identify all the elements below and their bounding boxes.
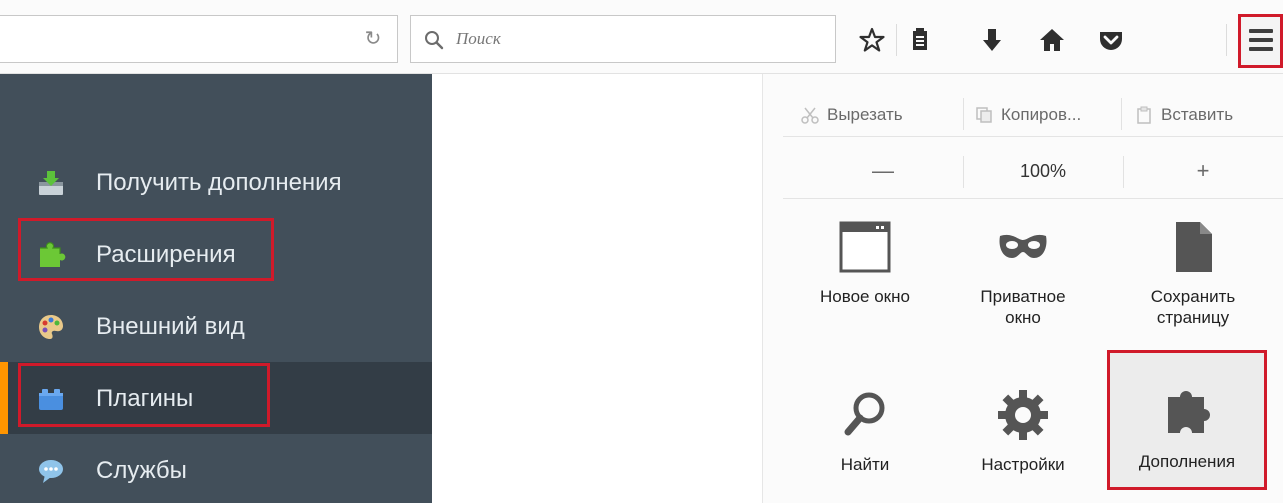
- sidebar-item-services[interactable]: Службы: [0, 434, 432, 503]
- paste-label: Вставить: [1161, 104, 1234, 124]
- reload-icon[interactable]: ↻: [363, 28, 383, 48]
- search-input[interactable]: Поиск: [410, 15, 836, 63]
- services-icon: [39, 460, 63, 483]
- pocket-icon[interactable]: [1097, 26, 1125, 54]
- sidebar-item-label: Получить дополнения: [96, 169, 342, 196]
- highlight-extensions: [18, 218, 274, 281]
- window-icon: [839, 221, 891, 273]
- palette-icon: [39, 315, 63, 339]
- copy-icon: [976, 106, 992, 123]
- copy-label: Копиров...: [1001, 104, 1082, 124]
- save-page-button[interactable]: Сохранить страницу: [1123, 218, 1263, 328]
- zoom-controls: — 100% +: [783, 147, 1283, 199]
- private-window-button[interactable]: Приватное окно: [953, 218, 1093, 328]
- search-icon: [425, 31, 444, 50]
- mask-icon: [999, 234, 1047, 258]
- sidebar-item-label: Внешний вид: [96, 313, 245, 340]
- tile-label: Новое окно: [820, 287, 910, 306]
- cut-button[interactable]: Вырезать: [801, 92, 903, 137]
- sidebar-item-get-addons[interactable]: Получить дополнения: [0, 146, 432, 218]
- home-icon[interactable]: [1038, 26, 1066, 54]
- open-menu-button[interactable]: [1238, 14, 1283, 68]
- sidebar-item-appearance[interactable]: Внешний вид: [0, 290, 432, 362]
- gear-icon: [998, 390, 1048, 440]
- zoom-in-button[interactable]: +: [1123, 147, 1283, 197]
- find-button[interactable]: Найти: [795, 386, 935, 475]
- download-icon[interactable]: [978, 26, 1006, 54]
- scissors-icon: [801, 107, 819, 124]
- edit-controls: Вырезать Копиров... Вставить: [783, 92, 1283, 137]
- browser-window: ↻ Поиск Получить дополнения Расширения В…: [0, 0, 1283, 503]
- magnifier-icon: [844, 392, 885, 436]
- search-placeholder: Поиск: [456, 29, 501, 48]
- highlight-plugins: [18, 363, 270, 427]
- zoom-reset-value[interactable]: 100%: [963, 147, 1123, 197]
- new-window-button[interactable]: Новое окно: [795, 218, 935, 307]
- url-bar[interactable]: ↻: [0, 15, 398, 63]
- tile-label: Приватное окно: [980, 287, 1066, 327]
- bookmarks-menu-icon[interactable]: [906, 26, 934, 54]
- addons-sidebar: Получить дополнения Расширения Внешний в…: [0, 74, 432, 503]
- tile-label: Дополнения: [1138, 452, 1236, 471]
- cut-label: Вырезать: [827, 104, 903, 124]
- page-icon: [1176, 222, 1212, 272]
- bookmark-star-icon[interactable]: [858, 26, 886, 54]
- tile-label: Найти: [840, 455, 890, 474]
- content-area: [432, 74, 762, 503]
- sidebar-item-label: Службы: [96, 457, 187, 484]
- selected-accent: [0, 362, 8, 434]
- settings-button[interactable]: Настройки: [953, 386, 1093, 475]
- tile-label: Сохранить страницу: [1150, 287, 1236, 327]
- tile-label: Настройки: [981, 455, 1065, 474]
- menu-panel: Вырезать Копиров... Вставить — 100% + Но…: [762, 74, 1283, 503]
- hamburger-icon: [1249, 29, 1273, 33]
- copy-button[interactable]: Копиров...: [975, 92, 1081, 137]
- puzzle-piece-icon: [1168, 391, 1210, 433]
- toolbar: ↻ Поиск: [0, 0, 1283, 74]
- addons-button[interactable]: Дополнения: [1107, 350, 1267, 490]
- get-addons-icon: [39, 171, 63, 195]
- clipboard-icon: [1137, 106, 1151, 124]
- zoom-out-button[interactable]: —: [823, 147, 943, 197]
- paste-button[interactable]: Вставить: [1135, 92, 1233, 137]
